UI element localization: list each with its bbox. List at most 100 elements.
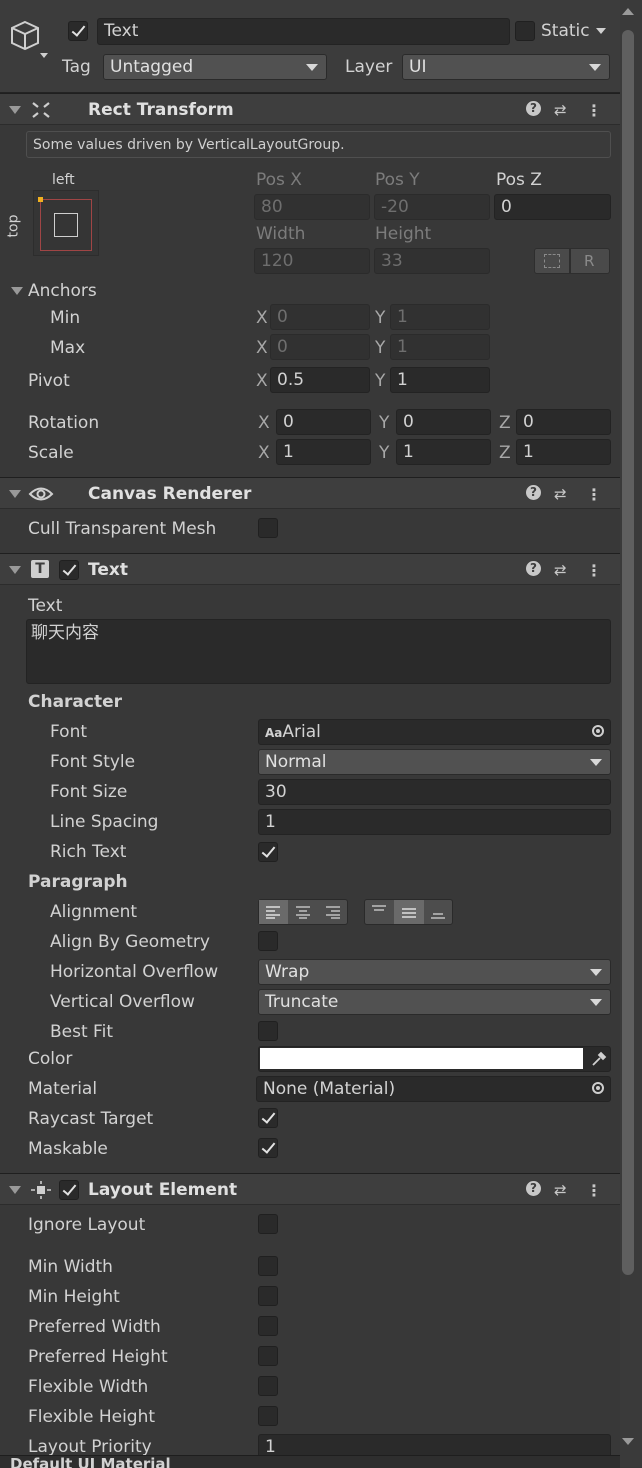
foldout-arrow-icon[interactable] — [9, 566, 21, 574]
max-x-axis: X — [256, 338, 268, 358]
scale-z-axis[interactable]: Z — [499, 443, 511, 463]
help-icon[interactable]: ? — [526, 1181, 541, 1196]
pos-z-field[interactable]: 0 — [494, 194, 611, 220]
help-icon[interactable]: ? — [526, 101, 541, 116]
cull-transparent-label: Cull Transparent Mesh — [28, 519, 217, 539]
height-field: 33 — [374, 248, 490, 274]
align-bottom-button[interactable] — [424, 900, 453, 924]
anchor-preset-button[interactable] — [33, 190, 99, 256]
foldout-arrow-icon[interactable] — [9, 1186, 21, 1194]
font-field[interactable]: AaArial — [258, 719, 611, 745]
horizontal-overflow-dropdown[interactable]: Wrap — [258, 959, 611, 985]
text-enabled-checkbox[interactable] — [59, 560, 79, 580]
more-menu-icon[interactable]: ⋮ — [586, 485, 602, 504]
font-size-field[interactable]: 30 — [258, 779, 611, 805]
text-component-header[interactable]: T Text ? ⇄ ⋮ — [0, 553, 620, 585]
scale-y-axis[interactable]: Y — [379, 443, 389, 463]
blueprint-mode-button[interactable] — [534, 248, 570, 274]
flexible-width-checkbox[interactable] — [258, 1376, 278, 1396]
best-fit-checkbox[interactable] — [258, 1021, 278, 1041]
help-icon[interactable]: ? — [526, 561, 541, 576]
presets-icon[interactable]: ⇄ — [554, 485, 567, 503]
object-picker-icon[interactable] — [592, 1082, 604, 1094]
scale-y-field[interactable]: 1 — [396, 439, 491, 465]
material-preview-bar[interactable]: Default UI Material — [0, 1455, 620, 1468]
raw-edit-button[interactable]: R — [570, 248, 610, 274]
active-checkbox[interactable] — [68, 21, 88, 41]
paragraph-label: Paragraph — [28, 872, 128, 892]
pivot-y-field[interactable]: 1 — [390, 367, 490, 393]
color-field[interactable] — [258, 1046, 611, 1072]
rot-x-axis[interactable]: X — [258, 413, 270, 433]
align-top-button[interactable] — [365, 900, 394, 924]
tag-dropdown[interactable]: Untagged — [103, 54, 327, 80]
min-width-checkbox[interactable] — [258, 1256, 278, 1276]
scroll-down-arrow-icon[interactable] — [622, 1438, 634, 1445]
align-right-button[interactable] — [319, 900, 348, 924]
scale-x-axis[interactable]: X — [258, 443, 270, 463]
ignore-layout-checkbox[interactable] — [258, 1214, 278, 1234]
align-middle-icon — [402, 908, 416, 918]
more-menu-icon[interactable]: ⋮ — [586, 101, 602, 120]
raycast-target-checkbox[interactable] — [258, 1108, 278, 1128]
height-label: Height — [375, 224, 432, 244]
maskable-checkbox[interactable] — [258, 1138, 278, 1158]
layer-dropdown[interactable]: UI — [402, 54, 610, 80]
align-left-button[interactable] — [259, 900, 288, 924]
foldout-arrow-icon[interactable] — [9, 106, 21, 114]
preferred-width-checkbox[interactable] — [258, 1316, 278, 1336]
flexible-height-checkbox[interactable] — [258, 1406, 278, 1426]
presets-icon[interactable]: ⇄ — [554, 1181, 567, 1199]
cube-icon[interactable] — [8, 18, 50, 60]
scrollbar-thumb[interactable] — [622, 30, 634, 1275]
canvas-renderer-header[interactable]: Canvas Renderer ? ⇄ ⋮ — [0, 477, 620, 509]
eyedropper-icon[interactable] — [591, 1051, 607, 1067]
pivot-y-axis[interactable]: Y — [375, 371, 385, 391]
rot-y-field[interactable]: 0 — [396, 409, 491, 435]
layout-element-header[interactable]: Layout Element ? ⇄ ⋮ — [0, 1173, 620, 1205]
rot-z-axis[interactable]: Z — [499, 413, 511, 433]
pos-z-label: Pos Z — [496, 170, 542, 190]
align-middle-button[interactable] — [394, 900, 424, 924]
character-label: Character — [28, 692, 123, 712]
rect-transform-header[interactable]: Rect Transform ? ⇄ ⋮ — [0, 93, 620, 125]
font-size-label: Font Size — [50, 782, 128, 802]
rich-text-checkbox[interactable] — [258, 842, 278, 862]
material-field[interactable]: None (Material) — [256, 1076, 611, 1102]
anchors-foldout-icon[interactable] — [11, 287, 23, 295]
presets-icon[interactable]: ⇄ — [554, 101, 567, 119]
width-field: 120 — [254, 248, 370, 274]
font-style-dropdown[interactable]: Normal — [258, 749, 611, 775]
static-checkbox[interactable] — [515, 21, 535, 41]
presets-icon[interactable]: ⇄ — [554, 561, 567, 579]
static-dropdown-icon[interactable] — [596, 28, 606, 34]
rot-z-field[interactable]: 0 — [516, 409, 611, 435]
preferred-height-checkbox[interactable] — [258, 1346, 278, 1366]
help-icon[interactable]: ? — [526, 485, 541, 500]
line-spacing-field[interactable]: 1 — [258, 809, 611, 835]
scale-z-field[interactable]: 1 — [516, 439, 611, 465]
more-menu-icon[interactable]: ⋮ — [586, 561, 602, 580]
name-field[interactable]: Text — [97, 18, 510, 45]
rich-text-label: Rich Text — [50, 842, 127, 862]
object-picker-icon[interactable] — [592, 725, 604, 737]
align-center-button[interactable] — [289, 900, 318, 924]
scale-x-field[interactable]: 1 — [276, 439, 371, 465]
foldout-arrow-icon[interactable] — [9, 490, 21, 498]
material-label: Material — [28, 1079, 98, 1099]
color-swatch — [260, 1048, 583, 1066]
scroll-up-arrow-icon[interactable] — [622, 8, 634, 15]
vertical-overflow-dropdown[interactable]: Truncate — [258, 989, 611, 1015]
pivot-x-axis[interactable]: X — [256, 371, 268, 391]
anchors-label[interactable]: Anchors — [28, 281, 97, 301]
cull-transparent-checkbox[interactable] — [258, 518, 278, 538]
min-height-checkbox[interactable] — [258, 1286, 278, 1306]
align-by-geometry-checkbox[interactable] — [258, 931, 278, 951]
layout-element-enabled-checkbox[interactable] — [59, 1180, 79, 1200]
rot-y-axis[interactable]: Y — [379, 413, 389, 433]
text-area[interactable]: 聊天内容 — [26, 619, 611, 684]
more-menu-icon[interactable]: ⋮ — [586, 1181, 602, 1200]
pivot-x-field[interactable]: 0.5 — [270, 367, 370, 393]
raycast-target-label: Raycast Target — [28, 1109, 154, 1129]
rot-x-field[interactable]: 0 — [276, 409, 371, 435]
